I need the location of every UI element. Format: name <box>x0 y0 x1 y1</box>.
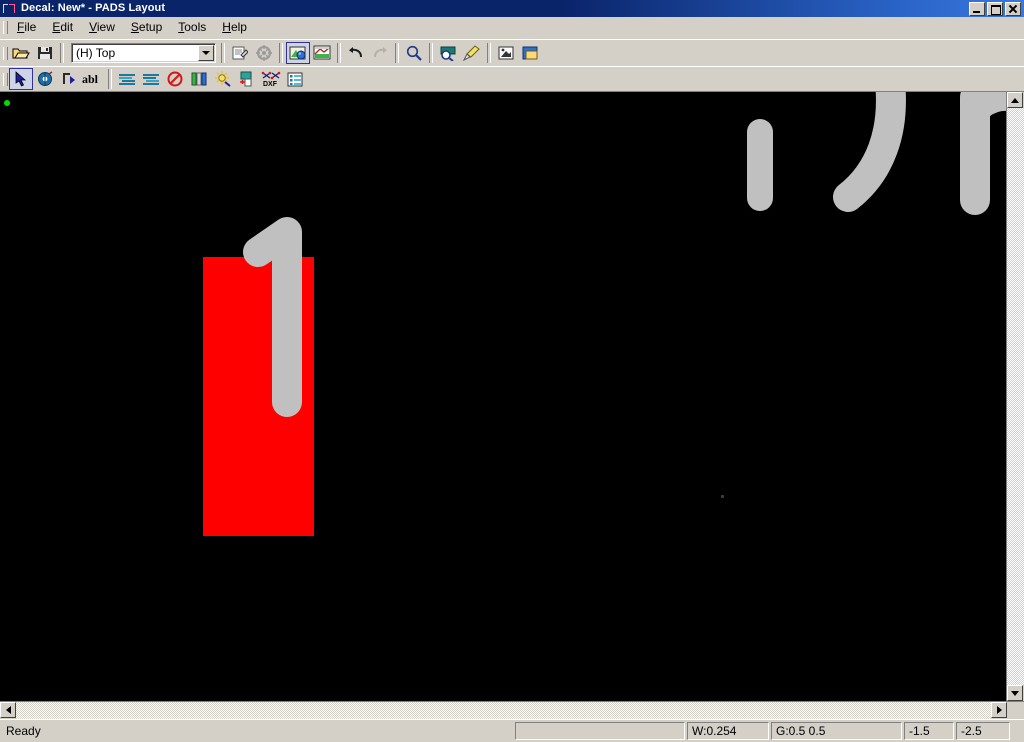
zoom-area-button[interactable] <box>436 42 460 64</box>
toolbar-separator <box>279 43 283 63</box>
menu-edit[interactable]: Edit <box>44 18 81 37</box>
status-bar: Ready W:0.254 G:0.5 0.5 -1.5 -2.5 <box>0 719 1024 742</box>
measure-button[interactable] <box>235 68 259 90</box>
display-colors-button[interactable] <box>286 42 310 64</box>
window-controls <box>969 1 1023 16</box>
svg-text:DXF: DXF <box>263 81 278 87</box>
menu-gripper[interactable] <box>2 20 9 36</box>
toolbar-separator <box>337 43 341 63</box>
status-width: W:0.254 <box>687 722 769 740</box>
pad-number-1 <box>243 217 302 417</box>
draw-2d-line-button[interactable] <box>115 68 139 90</box>
toolbar-separator <box>395 43 399 63</box>
toolbar-separator <box>487 43 491 63</box>
svg-text:abl: abl <box>82 72 99 86</box>
horizontal-scroll-track[interactable] <box>16 702 991 719</box>
horizontal-scrollbar[interactable] <box>0 701 1024 719</box>
scroll-up-button[interactable] <box>1007 92 1023 108</box>
redo-button[interactable] <box>368 42 392 64</box>
scroll-right-button[interactable] <box>991 702 1007 718</box>
decal-properties-button[interactable] <box>228 42 252 64</box>
keepout-button[interactable] <box>163 68 187 90</box>
pads-decal-icon <box>2 1 18 16</box>
layers-setup-button[interactable] <box>310 42 334 64</box>
vertical-scroll-track[interactable] <box>1007 108 1024 685</box>
drafting-toolbar: abl DXF <box>0 66 1024 91</box>
add-terminal-button[interactable] <box>33 68 57 90</box>
standard-toolbar: (H) Top <box>0 39 1024 66</box>
design-canvas[interactable] <box>0 92 1006 701</box>
clipped-reference-designator-glyphs <box>747 92 1006 215</box>
status-grid: G:0.5 0.5 <box>771 722 902 740</box>
origin-marker <box>4 100 10 106</box>
vertical-scrollbar[interactable] <box>1006 92 1024 701</box>
toolbar-separator <box>221 43 225 63</box>
flash-button[interactable] <box>211 68 235 90</box>
scrollbar-corner <box>1007 702 1024 719</box>
chevron-down-icon[interactable] <box>198 45 214 61</box>
scroll-left-button[interactable] <box>0 702 16 718</box>
move-reference-button[interactable] <box>57 68 81 90</box>
open-file-button[interactable] <box>9 42 33 64</box>
menu-bar: File Edit View Setup Tools Help <box>0 17 1024 39</box>
drafting-toolbar-gripper[interactable] <box>2 71 9 87</box>
status-x-coordinate: -1.5 <box>904 722 954 740</box>
window-title: Decal: New* - PADS Layout <box>21 2 166 14</box>
dxf-button[interactable]: DXF <box>259 68 283 90</box>
refresh-view-button[interactable] <box>460 42 484 64</box>
menu-setup[interactable]: Setup <box>123 18 170 37</box>
toolbar-separator <box>429 43 433 63</box>
layer-select[interactable]: (H) Top <box>71 43 216 63</box>
toolbar-separator <box>60 43 64 63</box>
new-window-button[interactable] <box>518 42 542 64</box>
title-bar: Decal: New* - PADS Layout <box>0 0 1024 17</box>
menu-help[interactable]: Help <box>214 18 255 37</box>
layer-select-value: (H) Top <box>76 46 116 60</box>
menu-tools[interactable]: Tools <box>170 18 214 37</box>
restore-button[interactable] <box>987 1 1003 16</box>
status-message: Ready <box>6 724 41 738</box>
zoom-button[interactable] <box>402 42 426 64</box>
save-file-button[interactable] <box>33 42 57 64</box>
menu-view[interactable]: View <box>81 18 123 37</box>
menu-file[interactable]: File <box>9 18 44 37</box>
standard-toolbar-gripper[interactable] <box>2 45 9 61</box>
status-y-coordinate: -2.5 <box>956 722 1010 740</box>
status-blank-panel <box>515 722 685 740</box>
draw-copper-button[interactable] <box>139 68 163 90</box>
cam-settings-button[interactable] <box>252 42 276 64</box>
close-button[interactable] <box>1005 1 1021 16</box>
view-window-button[interactable] <box>494 42 518 64</box>
layer-stack-button[interactable] <box>187 68 211 90</box>
scroll-down-button[interactable] <box>1007 685 1023 701</box>
select-tool-button[interactable] <box>9 68 33 90</box>
add-text-button[interactable]: abl <box>81 68 105 90</box>
minimize-button[interactable] <box>969 1 985 16</box>
cursor-crosshair <box>721 495 724 498</box>
toolbar-separator <box>108 69 112 89</box>
pad-1[interactable] <box>203 257 314 536</box>
undo-button[interactable] <box>344 42 368 64</box>
report-button[interactable] <box>283 68 307 90</box>
pads-layout-window: Decal: New* - PADS Layout File Edit View… <box>0 0 1024 742</box>
work-area <box>0 91 1024 719</box>
